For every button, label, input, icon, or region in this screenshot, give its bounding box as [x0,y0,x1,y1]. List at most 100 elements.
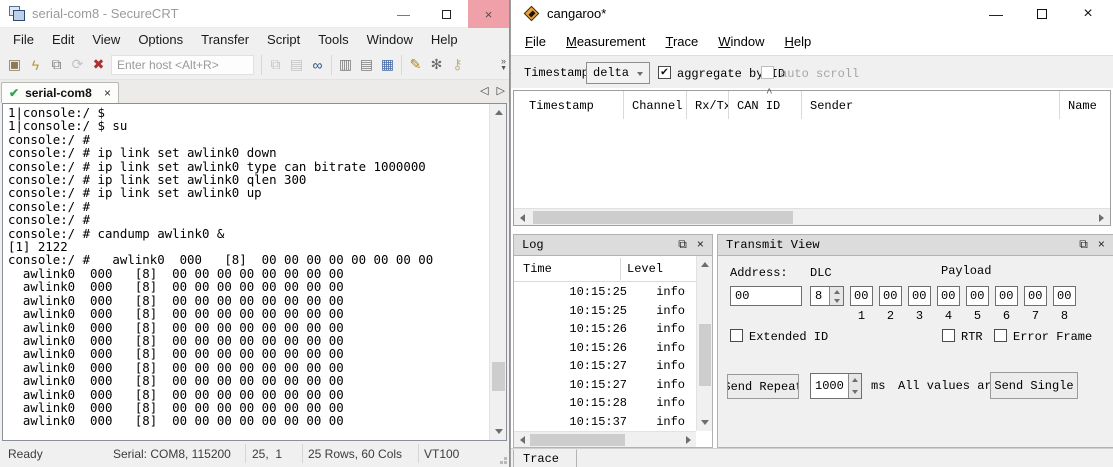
log-row[interactable]: 10:15:27 info [514,376,695,395]
send-single-button[interactable]: Send Single [990,372,1078,399]
trace-col-sender[interactable]: Sender [802,91,1060,119]
menu-item-help[interactable]: Help [422,30,467,49]
tab-trace[interactable]: Trace [513,449,577,467]
scroll-down-icon[interactable] [490,423,507,440]
menu-item-tools[interactable]: Tools [309,30,357,49]
scroll-up-icon[interactable] [490,104,507,121]
menu-item-file[interactable]: File [4,30,43,49]
timestamps-dropdown[interactable]: delta [586,62,650,84]
extended-id-checkbox[interactable] [730,329,743,342]
log-row[interactable]: 10:15:25 info [514,283,695,302]
payload-byte-input-6[interactable]: 00 [995,286,1018,306]
trace-col-rx-tx[interactable]: Rx/Tx [687,91,729,119]
spin-down-icon[interactable] [830,296,843,305]
trace-table[interactable]: Timestamp Channel Rx/Tx CAN ID Sender Name ^ [513,88,1111,226]
disconnect-icon[interactable]: ✖ [88,55,109,75]
menu-item-script[interactable]: Script [258,30,309,49]
toolbar-overflow-button[interactable]: » ▼ [500,56,507,72]
payload-byte-input-8[interactable]: 00 [1053,286,1076,306]
spin-up-icon[interactable] [830,287,843,296]
minimize-button[interactable]: — [981,0,1011,28]
scrollbar-thumb[interactable] [699,324,711,386]
print-preview-icon[interactable]: ▤ [356,55,377,75]
terminal-area[interactable]: 1|console:/ $1|console:/ $ su console:/ #… [2,103,507,441]
copy-icon[interactable]: ⧉ [265,55,286,75]
menu-item-measurement[interactable]: Measurement [556,31,656,52]
payload-byte-input-3[interactable]: 00 [908,286,931,306]
host-input[interactable] [111,54,254,75]
scroll-left-icon[interactable] [514,209,531,226]
log-row[interactable]: 10:15:27 info [514,357,695,376]
new-session-icon[interactable]: ▣ [4,55,25,75]
reconnect-icon[interactable]: ⟳ [67,55,88,75]
close-panel-icon[interactable]: × [697,238,704,252]
menu-item-edit[interactable]: Edit [43,30,83,49]
transmit-panel-titlebar[interactable]: Transmit View ⧉ × [717,234,1113,256]
send-repeat-button[interactable]: Send Repeat [727,374,799,399]
clone-session-icon[interactable]: ⧉ [46,55,67,75]
menu-item-window[interactable]: Window [358,30,422,49]
log-row[interactable]: 10:15:26 info [514,339,695,358]
menu-item-help[interactable]: Help [774,31,821,52]
maximize-button[interactable] [1027,0,1057,28]
close-button[interactable]: × [468,0,509,28]
log-row[interactable]: 10:15:26 info [514,320,695,339]
log-row[interactable]: 10:15:37 info [514,413,695,432]
scrollbar-thumb[interactable] [530,434,625,446]
error-frame-checkbox[interactable] [994,329,1007,342]
payload-byte-input-2[interactable]: 00 [879,286,902,306]
log-panel-titlebar[interactable]: Log ⧉ × [513,234,713,256]
payload-byte-input-7[interactable]: 00 [1024,286,1047,306]
terminal-scrollbar[interactable] [489,104,506,440]
securecrt-titlebar[interactable]: serial-com8 - SecureCRT — × [0,0,509,28]
float-panel-icon[interactable]: ⧉ [1079,238,1088,252]
float-panel-icon[interactable]: ⧉ [678,238,687,252]
tab-scroll-left-icon[interactable]: ◁ [480,84,488,97]
resize-grip[interactable] [504,461,507,464]
close-button[interactable]: × [1073,0,1103,28]
auto-scroll-checkbox[interactable] [761,66,774,79]
maximize-button[interactable] [425,0,468,28]
spin-up-icon[interactable] [849,374,861,386]
tab-scroll-right-icon[interactable]: ▷ [497,84,505,97]
menu-item-view[interactable]: View [83,30,129,49]
interval-spinner[interactable]: 1000 [810,373,862,399]
log-row[interactable]: 10:15:25 info [514,302,695,321]
print-icon[interactable]: ▦ [377,55,398,75]
find-icon[interactable]: ∞ [307,55,328,75]
key-icon[interactable]: ⚷ [447,55,468,75]
close-panel-icon[interactable]: × [1098,238,1105,252]
address-input[interactable]: 00 [730,286,802,306]
log-vscrollbar[interactable] [696,256,712,431]
spin-down-icon[interactable] [849,386,861,398]
scroll-down-icon[interactable] [697,414,713,431]
log-hscrollbar[interactable] [514,431,696,447]
payload-byte-input-5[interactable]: 00 [966,286,989,306]
aggregate-by-id-checkbox[interactable]: ✔ [658,66,671,79]
session-options-icon[interactable]: ✎ [405,55,426,75]
scroll-right-icon[interactable] [1093,209,1110,226]
menu-item-trace[interactable]: Trace [655,31,708,52]
payload-byte-input-4[interactable]: 00 [937,286,960,306]
trace-col-name[interactable]: Name [1060,91,1110,119]
scroll-left-icon[interactable] [514,432,530,448]
quick-connect-icon[interactable]: ϟ [25,55,46,75]
menu-item-options[interactable]: Options [129,30,192,49]
log-row[interactable]: 10:15:28 info [514,394,695,413]
tab-close-icon[interactable]: × [104,86,111,100]
dlc-spinner[interactable]: 8 [810,286,844,306]
cangaroo-titlebar[interactable]: cangaroo* — × [511,0,1113,28]
trace-hscrollbar[interactable] [514,208,1110,225]
scroll-up-icon[interactable] [697,256,713,273]
scroll-right-icon[interactable] [680,432,696,448]
scrollbar-thumb[interactable] [492,362,505,391]
rtr-checkbox[interactable] [942,329,955,342]
tab-serial-com8[interactable]: ✔ serial-com8 × [1,82,119,103]
payload-byte-input-1[interactable]: 00 [850,286,873,306]
menu-item-file[interactable]: File [515,31,556,52]
menu-item-transfer[interactable]: Transfer [192,30,258,49]
minimize-button[interactable]: — [382,0,425,28]
trace-col-timestamp[interactable]: Timestamp [514,91,624,119]
global-options-icon[interactable]: ✻ [426,55,447,75]
print-screen-icon[interactable]: ▥ [335,55,356,75]
